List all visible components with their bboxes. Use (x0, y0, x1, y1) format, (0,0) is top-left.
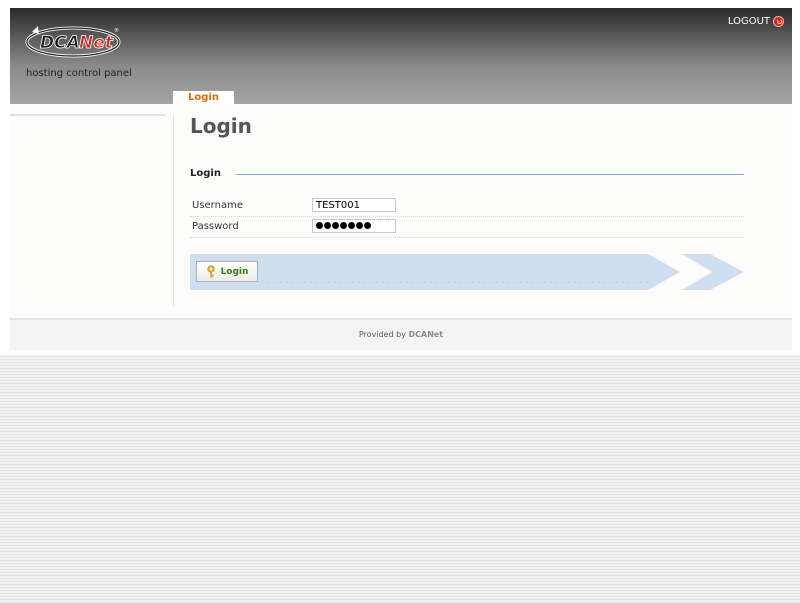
login-button-label[interactable]: Login (221, 267, 249, 277)
password-label: Password (192, 221, 239, 232)
login-button[interactable]: Login (196, 261, 258, 282)
password-mask-dot (348, 222, 355, 229)
password-mask-dot (324, 222, 331, 229)
footer-prefix: Provided by (358, 330, 406, 339)
tab-login[interactable]: Login (173, 91, 234, 104)
page-sheet: DCA Net ® hosting control panel LOGOUT L… (0, 0, 800, 355)
svg-text:®: ® (114, 27, 119, 34)
logout-link[interactable]: LOGOUT (728, 16, 784, 27)
column-divider (173, 114, 174, 306)
dcanet-logo[interactable]: DCA Net ® (24, 20, 124, 62)
password-input[interactable] (312, 219, 396, 233)
key-icon (206, 265, 215, 278)
tagline: hosting control panel (26, 68, 132, 79)
password-mask-dot (356, 222, 363, 229)
svg-text:DCA: DCA (40, 33, 80, 53)
logout-label[interactable]: LOGOUT (728, 16, 770, 27)
username-input[interactable] (312, 198, 396, 212)
page-title: Login (190, 114, 252, 138)
svg-text:Net: Net (79, 33, 114, 53)
sidebar-divider (10, 114, 165, 116)
password-row: Password (190, 216, 744, 238)
section-title: Login (190, 168, 221, 179)
footer: Provided by DCANet (10, 318, 792, 350)
footer-brand-link[interactable]: DCANet (408, 330, 443, 339)
action-bar: Login (190, 254, 744, 290)
password-mask (316, 222, 371, 229)
password-mask-dot (364, 222, 371, 229)
password-mask-dot (332, 222, 339, 229)
username-label: Username (192, 200, 243, 211)
section-divider (236, 174, 744, 175)
action-bar-chevrons (190, 254, 744, 290)
username-row: Username (190, 195, 744, 217)
password-mask-dot (316, 222, 323, 229)
password-mask-dot (340, 222, 347, 229)
footer-text: Provided by DCANet (10, 330, 792, 339)
header-banner: DCA Net ® hosting control panel LOGOUT (10, 8, 792, 104)
content-area: Login Login Username Password (10, 104, 792, 316)
power-icon[interactable] (773, 16, 784, 27)
